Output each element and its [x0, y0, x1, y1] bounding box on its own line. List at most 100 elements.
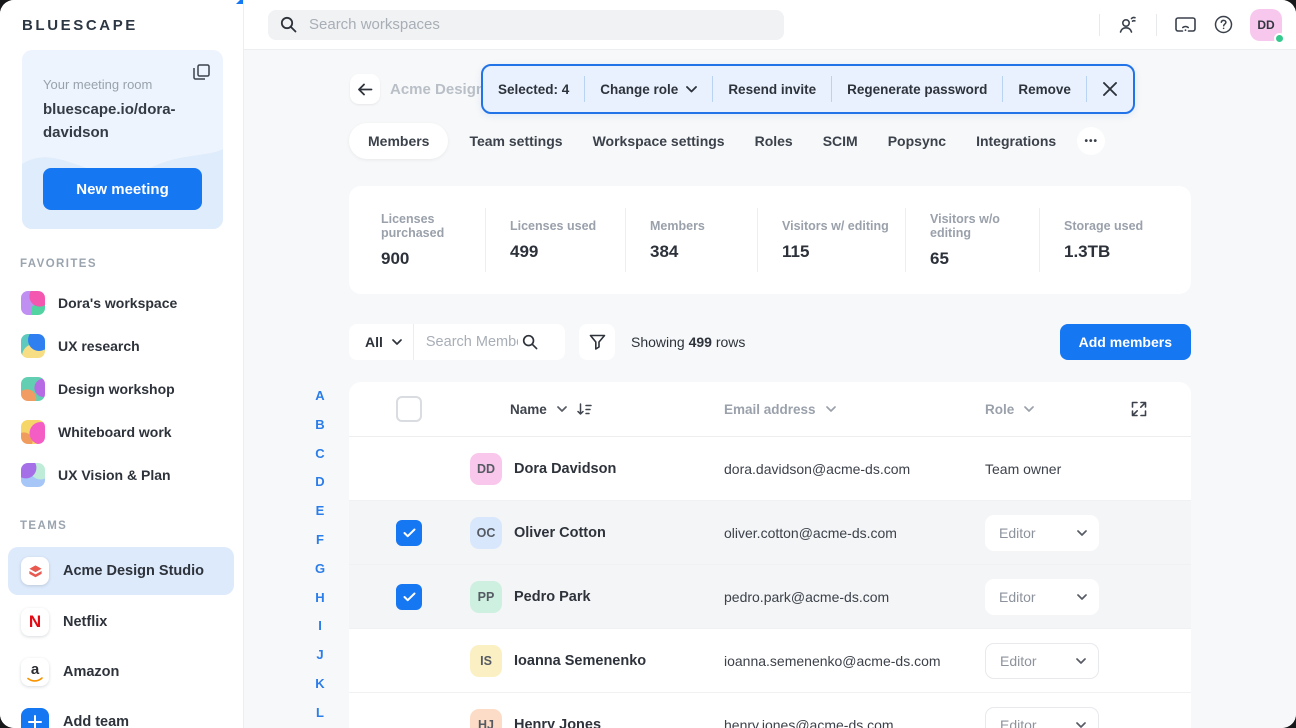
remove-button[interactable]: Remove [1003, 82, 1086, 97]
member-email: dora.davidson@acme-ds.com [724, 461, 985, 477]
row-checkbox-checked[interactable] [396, 584, 422, 610]
workspace-thumbnail-icon [21, 420, 45, 444]
workspace-thumbnail-icon [21, 291, 45, 315]
check-icon [403, 528, 416, 538]
tab-workspace-settings[interactable]: Workspace settings [578, 124, 740, 158]
alphabet-letter[interactable]: L [310, 699, 330, 728]
alphabet-letter[interactable]: A [310, 382, 330, 411]
tab-roles[interactable]: Roles [740, 124, 808, 158]
alphabet-letter[interactable]: B [310, 411, 330, 440]
help-button[interactable] [1204, 7, 1242, 43]
alphabet-letter[interactable]: J [310, 641, 330, 670]
role-dropdown[interactable]: Editor [985, 515, 1099, 551]
acme-team-icon [21, 557, 49, 585]
tab-popsync[interactable]: Popsync [873, 124, 961, 158]
member-email: ioanna.semenenko@acme-ds.com [724, 653, 985, 669]
user-avatar[interactable]: DD [1250, 9, 1282, 41]
members-button[interactable] [1109, 7, 1147, 43]
table-row[interactable]: HJ Henry Jones henry.jones@acme-ds.com E… [349, 693, 1191, 728]
regenerate-password-button[interactable]: Regenerate password [832, 82, 1002, 97]
stat-label: Visitors w/ editing [782, 219, 905, 233]
filter-button[interactable] [579, 324, 615, 360]
table-row[interactable]: IS Ioanna Semenenko ioanna.semenenko@acm… [349, 629, 1191, 693]
workspace-thumbnail-icon [21, 463, 45, 487]
workspace-search[interactable] [268, 10, 784, 40]
divider [1156, 14, 1157, 36]
favorites-list: Dora's workspace UX research Design work… [0, 281, 243, 496]
sidebar-item-doras-workspace[interactable]: Dora's workspace [0, 281, 243, 324]
expand-table-button[interactable] [1129, 399, 1149, 419]
meeting-room-url: bluescape.io/dora-davidson [43, 99, 193, 144]
alphabet-letter[interactable]: H [310, 584, 330, 613]
role-dropdown[interactable]: Editor [985, 579, 1099, 615]
stat-value: 115 [782, 242, 905, 262]
sidebar-item-netflix[interactable]: N Netflix [8, 597, 234, 647]
stat-value: 65 [930, 249, 1039, 269]
column-header-name[interactable]: Name [470, 402, 724, 417]
table-row[interactable]: PP Pedro Park pedro.park@acme-ds.com Edi… [349, 565, 1191, 629]
screenshare-button[interactable] [1166, 7, 1204, 43]
favorite-label: Whiteboard work [58, 424, 172, 440]
selected-count: Selected: 4 [483, 82, 584, 97]
tab-scim[interactable]: SCIM [808, 124, 873, 158]
tabs-overflow-button[interactable]: ••• [1077, 127, 1105, 155]
stat-label: Licenses purchased [381, 212, 485, 240]
people-icon [1117, 15, 1139, 35]
column-header-role[interactable]: Role [985, 402, 1034, 417]
alphabet-letter[interactable]: C [310, 440, 330, 469]
sidebar-item-ux-vision-plan[interactable]: UX Vision & Plan [0, 453, 243, 496]
change-role-button[interactable]: Change role [585, 82, 712, 97]
online-status-dot [1274, 33, 1285, 44]
role-dropdown[interactable]: Editor [985, 643, 1099, 679]
role-dropdown[interactable]: Editor [985, 707, 1099, 728]
row-checkbox-checked[interactable] [396, 520, 422, 546]
sidebar-item-add-team[interactable]: Add team [8, 697, 234, 728]
role-value: Editor [999, 589, 1036, 605]
sidebar-item-design-workshop[interactable]: Design workshop [0, 367, 243, 410]
scope-dropdown[interactable]: All [349, 324, 413, 360]
stat-licenses-purchased: Licenses purchased 900 [349, 208, 485, 272]
tab-members[interactable]: Members [349, 123, 448, 159]
add-members-button[interactable]: Add members [1060, 324, 1191, 360]
back-button[interactable] [350, 74, 380, 104]
alphabet-letter[interactable]: K [310, 670, 330, 699]
search-icon [522, 334, 538, 350]
meeting-room-card: Your meeting room bluescape.io/dora-davi… [22, 50, 223, 229]
column-header-email[interactable]: Email address [724, 402, 985, 417]
alphabet-letter[interactable]: F [310, 526, 330, 555]
divider [1099, 14, 1100, 36]
favorite-label: UX Vision & Plan [58, 467, 171, 483]
member-name: Henry Jones [514, 717, 601, 728]
search-icon [280, 16, 297, 33]
sort-icon[interactable] [577, 403, 592, 416]
table-row[interactable]: DD Dora Davidson dora.davidson@acme-ds.c… [349, 437, 1191, 501]
team-label: Add team [63, 714, 129, 728]
tab-team-settings[interactable]: Team settings [454, 124, 577, 158]
new-meeting-button[interactable]: New meeting [43, 168, 202, 210]
alphabet-letter[interactable]: D [310, 468, 330, 497]
resend-invite-button[interactable]: Resend invite [713, 82, 831, 97]
select-all-checkbox[interactable] [396, 396, 422, 422]
role-value: Editor [1000, 717, 1037, 728]
alphabet-letter[interactable]: I [310, 612, 330, 641]
member-search-input[interactable] [414, 333, 520, 351]
favorites-heading: FAVORITES [20, 258, 243, 270]
avatar-initials: DD [1257, 18, 1274, 32]
sidebar-item-whiteboard-work[interactable]: Whiteboard work [0, 410, 243, 453]
favorite-label: Design workshop [58, 381, 175, 397]
alphabet-letter[interactable]: E [310, 497, 330, 526]
netflix-icon: N [21, 608, 49, 636]
table-row[interactable]: OC Oliver Cotton oliver.cotton@acme-ds.c… [349, 501, 1191, 565]
stat-value: 384 [650, 242, 757, 262]
sidebar-item-ux-research[interactable]: UX research [0, 324, 243, 367]
avatar: DD [470, 453, 502, 485]
search-input[interactable] [307, 15, 772, 34]
sidebar-item-acme-design-studio[interactable]: Acme Design Studio [8, 547, 234, 595]
alphabet-letter[interactable]: G [310, 555, 330, 584]
stat-visitors-no-editing: Visitors w/o editing 65 [905, 208, 1039, 272]
member-name: Ioanna Semenenko [514, 653, 646, 669]
meeting-room-label: Your meeting room [43, 77, 223, 92]
sidebar-item-amazon[interactable]: a Amazon [8, 647, 234, 697]
close-selection-button[interactable] [1087, 82, 1133, 96]
tab-integrations[interactable]: Integrations [961, 124, 1071, 158]
